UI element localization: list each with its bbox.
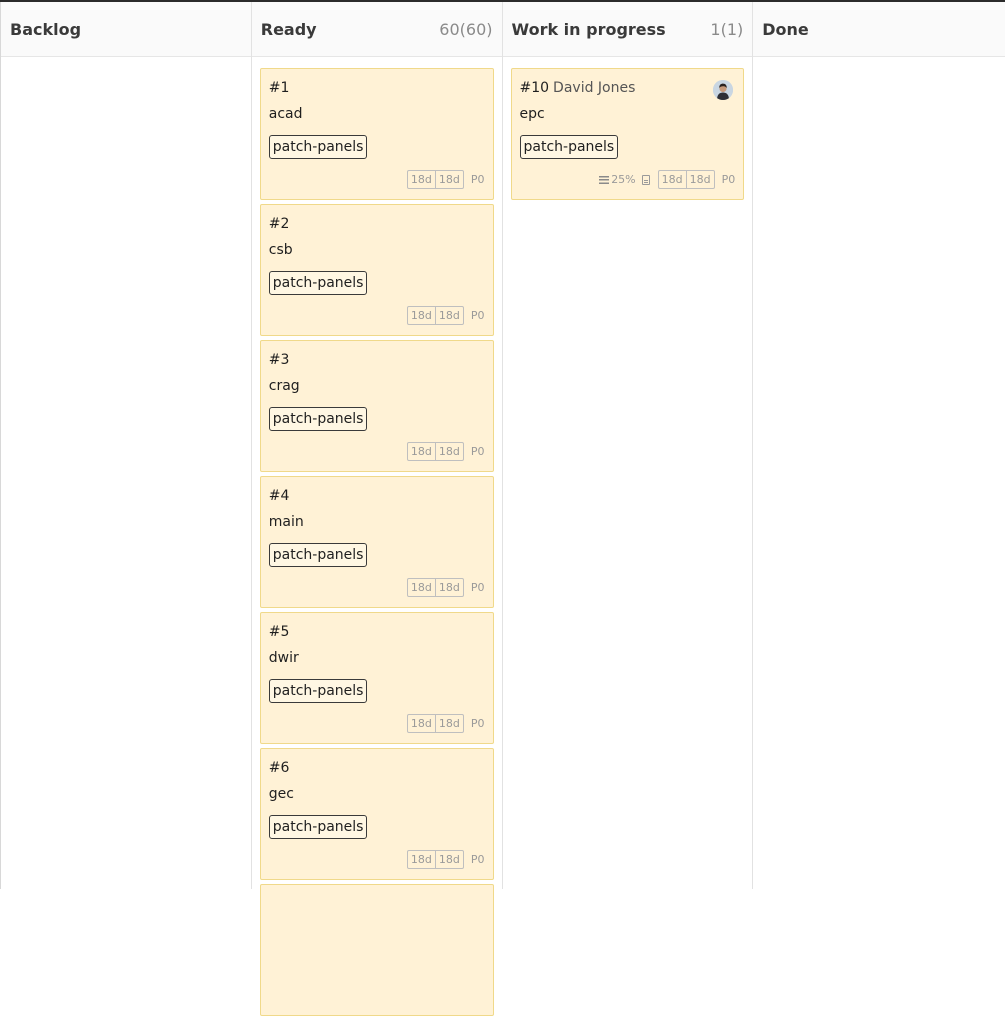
card-priority: P0 (470, 717, 485, 730)
column-header[interactable]: Done (753, 2, 1005, 57)
card-header: #10 David Jones (520, 79, 736, 97)
card-number[interactable]: #4 (269, 488, 290, 504)
column-title: Done (762, 19, 809, 39)
card-list (1, 57, 251, 68)
task-card[interactable]: #1 acad patch-panels 18d 18d P0 (259, 68, 494, 200)
age-created: 18d (410, 581, 432, 594)
task-card[interactable]: #6 gec patch-panels 18d 18d P0 (259, 748, 494, 880)
progress-value: 25% (611, 173, 636, 186)
card-tag[interactable]: patch-panels (268, 407, 368, 431)
age-in-column: 18d (434, 171, 463, 188)
card-tag[interactable]: patch-panels (268, 543, 368, 567)
task-card[interactable]: #10 David Jones epc patch-panels 25% 18d… (510, 68, 745, 200)
checklist-icon (599, 175, 610, 184)
age-created: 18d (410, 173, 432, 186)
column-title: Ready (260, 19, 317, 39)
card-number[interactable]: #10 (520, 80, 550, 96)
card-list: #10 David Jones epc patch-panels 25% 18d… (503, 57, 753, 200)
card-priority: P0 (470, 173, 485, 186)
kanban-board: Backlog Ready 60(60) #1 acad patch-panel… (0, 2, 1005, 1016)
card-tag[interactable]: patch-panels (268, 815, 368, 839)
card-age: 18d 18d (657, 170, 715, 189)
card-footer: 18d 18d P0 (406, 170, 485, 189)
age-in-column: 18d (434, 715, 463, 732)
card-footer: 25% 18d 18d P0 (599, 170, 735, 189)
column-title: Work in progress (511, 19, 666, 39)
age-in-column: 18d (434, 443, 463, 460)
card-assignee[interactable]: David Jones (553, 80, 635, 96)
column-title: Backlog (10, 19, 82, 39)
card-title: csb (268, 242, 293, 258)
age-created: 18d (410, 309, 432, 322)
column-done: Done (753, 2, 1005, 889)
card-number[interactable]: #5 (269, 624, 290, 640)
card-number[interactable]: #6 (269, 760, 290, 776)
card-list: #1 acad patch-panels 18d 18d P0 #2 csb pa… (252, 57, 502, 1016)
task-card[interactable]: #2 csb patch-panels 18d 18d P0 (259, 204, 494, 336)
age-in-column: 18d (685, 171, 714, 188)
card-header: #5 (269, 623, 485, 641)
card-tag[interactable]: patch-panels (268, 271, 368, 295)
column-ready: Ready 60(60) #1 acad patch-panels 18d 18d… (251, 2, 503, 1016)
card-title: crag (268, 378, 300, 394)
column-count: 1(1) (710, 19, 744, 39)
age-created: 18d (410, 445, 432, 458)
card-age: 18d 18d (406, 306, 464, 325)
avatar-image (713, 80, 734, 100)
age-in-column: 18d (434, 307, 463, 324)
card-priority: P0 (721, 173, 736, 186)
card-title: dwir (268, 650, 299, 666)
column-header[interactable]: Backlog (1, 2, 251, 57)
card-title: gec (268, 786, 294, 802)
card-priority: P0 (470, 581, 485, 594)
card-footer: 18d 18d P0 (406, 850, 485, 869)
card-number[interactable]: #3 (269, 352, 290, 368)
age-created: 18d (410, 853, 432, 866)
checklist-progress: 25% (599, 173, 636, 186)
card-age: 18d 18d (406, 850, 464, 869)
card-header: #4 (269, 487, 485, 505)
card-age: 18d 18d (406, 578, 464, 597)
card-footer: 18d 18d P0 (406, 714, 485, 733)
column-backlog: Backlog (1, 2, 252, 889)
task-card[interactable]: #3 crag patch-panels 18d 18d P0 (259, 340, 494, 472)
column-count: 60(60) (439, 19, 493, 39)
card-priority: P0 (470, 853, 485, 866)
card-header: #6 (269, 759, 485, 777)
card-header: #2 (269, 215, 485, 233)
card-number[interactable]: #1 (269, 80, 290, 96)
card-tag[interactable]: patch-panels (268, 135, 368, 159)
card-tag[interactable]: patch-panels (268, 679, 368, 703)
card-footer: 18d 18d P0 (406, 306, 485, 325)
age-created: 18d (410, 717, 432, 730)
task-card[interactable]: #5 dwir patch-panels 18d 18d P0 (259, 612, 494, 744)
card-list (753, 57, 1005, 68)
task-card-partial[interactable] (259, 884, 494, 1016)
card-priority: P0 (470, 309, 485, 322)
task-card[interactable]: #4 main patch-panels 18d 18d P0 (259, 476, 494, 608)
age-created: 18d (661, 173, 683, 186)
card-age: 18d 18d (406, 442, 464, 461)
card-title: main (268, 514, 304, 530)
card-footer: 18d 18d P0 (406, 442, 485, 461)
card-header: #1 (269, 79, 485, 97)
card-age: 18d 18d (406, 170, 464, 189)
user-avatar-icon[interactable] (713, 80, 734, 100)
card-age: 18d 18d (406, 714, 464, 733)
card-title: acad (268, 106, 303, 122)
column-work-in-progress: Work in progress 1(1) #10 David Jones ep… (502, 2, 754, 889)
card-tag[interactable]: patch-panels (519, 135, 619, 159)
card-header: #3 (269, 351, 485, 369)
age-in-column: 18d (434, 579, 463, 596)
card-title: epc (519, 106, 545, 122)
card-number[interactable]: #2 (269, 216, 290, 232)
age-in-column: 18d (434, 851, 463, 868)
card-priority: P0 (470, 445, 485, 458)
card-footer: 18d 18d P0 (406, 578, 485, 597)
column-header[interactable]: Work in progress 1(1) (502, 2, 753, 57)
document-icon (641, 174, 650, 185)
column-header[interactable]: Ready 60(60) (251, 2, 502, 57)
